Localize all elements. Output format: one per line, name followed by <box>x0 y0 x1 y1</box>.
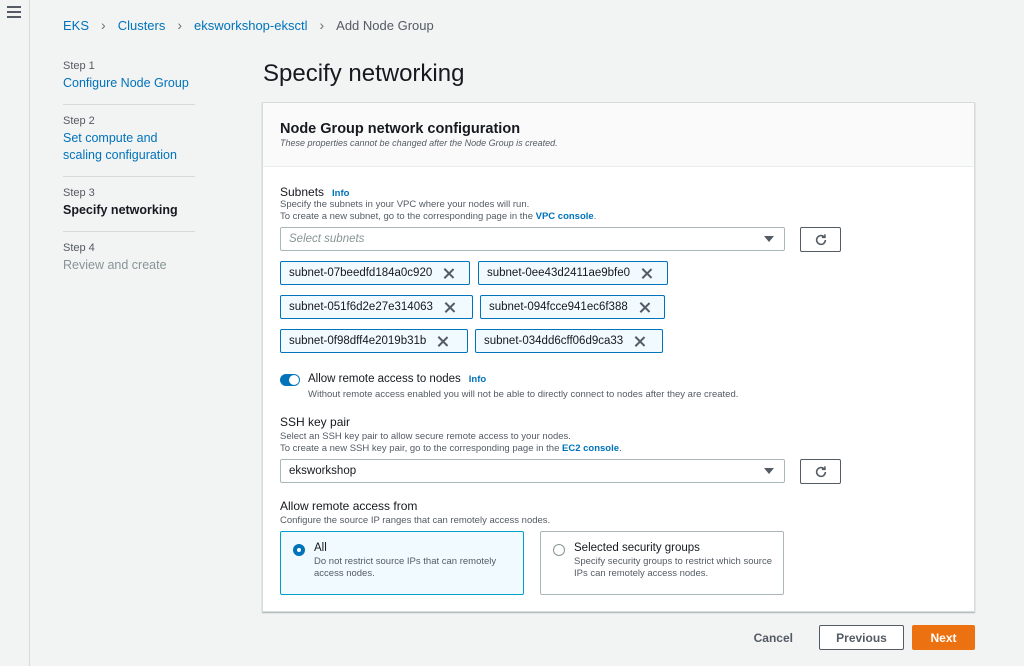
subnet-token: subnet-034dd6cff06d9ca33 <box>475 329 663 353</box>
main-content: EKS › Clusters › eksworkshop-eksctl › Ad… <box>31 0 1024 666</box>
step-3-title: Specify networking <box>63 203 178 217</box>
radio-option-desc: Specify security groups to restrict whic… <box>574 556 772 579</box>
subnet-token: subnet-094fcce941ec6f388 <box>480 295 665 319</box>
step-number: Step 1 <box>63 60 95 72</box>
radio-option-title: Selected security groups <box>574 542 700 554</box>
subnet-token: subnet-0ee43d2411ae9bfe0 <box>478 261 668 285</box>
next-button[interactable]: Next <box>912 625 975 650</box>
panel-subtitle: These properties cannot be changed after… <box>280 138 558 148</box>
panel-title: Node Group network configuration <box>280 121 521 137</box>
remote-access-description: Without remote access enabled you will n… <box>308 389 739 400</box>
step-number: Step 3 <box>63 187 95 199</box>
radio-unselected-icon <box>553 544 565 556</box>
wizard-steps: Step 1 Configure Node Group Step 2 Set c… <box>63 60 195 296</box>
step-number: Step 2 <box>63 115 95 127</box>
ssh-key-value: eksworkshop <box>289 465 357 477</box>
step-number: Step 4 <box>63 242 95 254</box>
ssh-desc-line2: To create a new SSH key pair, go to the … <box>280 443 622 454</box>
ssh-key-select[interactable]: eksworkshop <box>280 459 785 483</box>
remote-from-label: Allow remote access from <box>280 499 418 513</box>
ssh-refresh-button[interactable] <box>800 459 841 484</box>
page-title: Specify networking <box>263 60 465 87</box>
previous-button[interactable]: Previous <box>819 625 904 650</box>
close-icon[interactable] <box>443 268 454 279</box>
subnets-desc-line1: Specify the subnets in your VPC where yo… <box>280 199 530 210</box>
step-2-link[interactable]: Set compute and scaling configuration <box>63 130 195 164</box>
subnet-token: subnet-0f98dff4e2019b31b <box>280 329 468 353</box>
network-config-panel: Node Group network configuration These p… <box>262 102 975 612</box>
step-1: Step 1 Configure Node Group <box>63 60 195 105</box>
subnets-placeholder: Select subnets <box>289 233 365 245</box>
chevron-right-icon: › <box>177 17 183 33</box>
subnet-token-label: subnet-034dd6cff06d9ca33 <box>484 335 624 347</box>
ssh-key-label: SSH key pair <box>280 415 351 429</box>
cancel-button[interactable]: Cancel <box>754 631 793 645</box>
remote-access-label: Allow remote access to nodes <box>308 373 461 385</box>
subnets-info-link[interactable]: Info <box>332 188 349 199</box>
subnet-token-label: subnet-07beedfd184a0c920 <box>289 267 433 279</box>
close-icon[interactable] <box>641 268 652 279</box>
ssh-desc-line1: Select an SSH key pair to allow secure r… <box>280 431 571 442</box>
refresh-icon <box>815 465 826 477</box>
subnet-token: subnet-07beedfd184a0c920 <box>280 261 470 285</box>
chevron-right-icon: › <box>101 17 106 33</box>
subnet-token-label: subnet-051f6d2e27e314063 <box>289 301 433 313</box>
step-1-link[interactable]: Configure Node Group <box>63 75 195 92</box>
subnet-token-label: subnet-094fcce941ec6f388 <box>489 301 628 313</box>
radio-option-desc: Do not restrict source IPs that can remo… <box>314 556 497 579</box>
subnets-label: Subnets <box>280 185 325 199</box>
left-rail <box>0 0 30 666</box>
breadcrumb-cluster[interactable]: eksworkshop-eksctl <box>194 18 307 33</box>
refresh-icon <box>815 233 826 245</box>
chevron-right-icon: › <box>319 17 325 33</box>
radio-selected-icon <box>293 544 305 556</box>
subnet-token-label: subnet-0f98dff4e2019b31b <box>289 335 427 347</box>
remote-from-description: Configure the source IP ranges that can … <box>280 515 551 526</box>
step-4: Step 4 Review and create <box>63 242 195 286</box>
subnets-select[interactable]: Select subnets <box>280 227 785 251</box>
step-3: Step 3 Specify networking <box>63 187 195 232</box>
breadcrumb-current: Add Node Group <box>336 17 434 33</box>
radio-option-all[interactable]: All Do not restrict source IPs that can … <box>280 531 524 595</box>
radio-option-title: All <box>314 542 327 554</box>
ssh-key-description: Select an SSH key pair to allow secure r… <box>280 431 622 455</box>
ec2-console-link[interactable]: EC2 console <box>562 443 619 454</box>
close-icon[interactable] <box>444 302 455 313</box>
wizard-footer: Cancel Previous Next <box>754 625 975 650</box>
step-2: Step 2 Set compute and scaling configura… <box>63 115 195 177</box>
remote-access-toggle[interactable] <box>280 374 300 386</box>
caret-down-icon <box>764 468 774 474</box>
menu-icon[interactable] <box>7 6 21 18</box>
panel-header: Node Group network configuration These p… <box>263 103 974 167</box>
toggle-knob <box>289 375 299 385</box>
remote-access-info-link[interactable]: Info <box>469 374 486 385</box>
caret-down-icon <box>764 236 774 242</box>
breadcrumb-eks[interactable]: EKS <box>63 18 89 33</box>
ssh-desc-text: To create a new SSH key pair, go to the … <box>280 443 560 454</box>
subnets-refresh-button[interactable] <box>800 227 841 252</box>
close-icon[interactable] <box>437 336 448 347</box>
radio-option-security-groups[interactable]: Selected security groups Specify securit… <box>540 531 784 595</box>
subnet-token-label: subnet-0ee43d2411ae9bfe0 <box>487 267 631 279</box>
close-icon[interactable] <box>634 336 645 347</box>
step-4-title: Review and create <box>63 258 167 272</box>
subnets-desc-line2: To create a new subnet, go to the corres… <box>280 211 597 222</box>
breadcrumb-clusters[interactable]: Clusters <box>118 18 166 33</box>
breadcrumb: EKS › Clusters › eksworkshop-eksctl › Ad… <box>63 17 434 33</box>
remote-access-label-row: Allow remote access to nodes Info <box>308 373 486 385</box>
subnet-token: subnet-051f6d2e27e314063 <box>280 295 473 319</box>
vpc-console-link[interactable]: VPC console <box>536 211 594 222</box>
subnets-desc-text: To create a new subnet, go to the corres… <box>280 211 533 222</box>
subnets-description: Specify the subnets in your VPC where yo… <box>280 199 880 223</box>
close-icon[interactable] <box>639 302 650 313</box>
